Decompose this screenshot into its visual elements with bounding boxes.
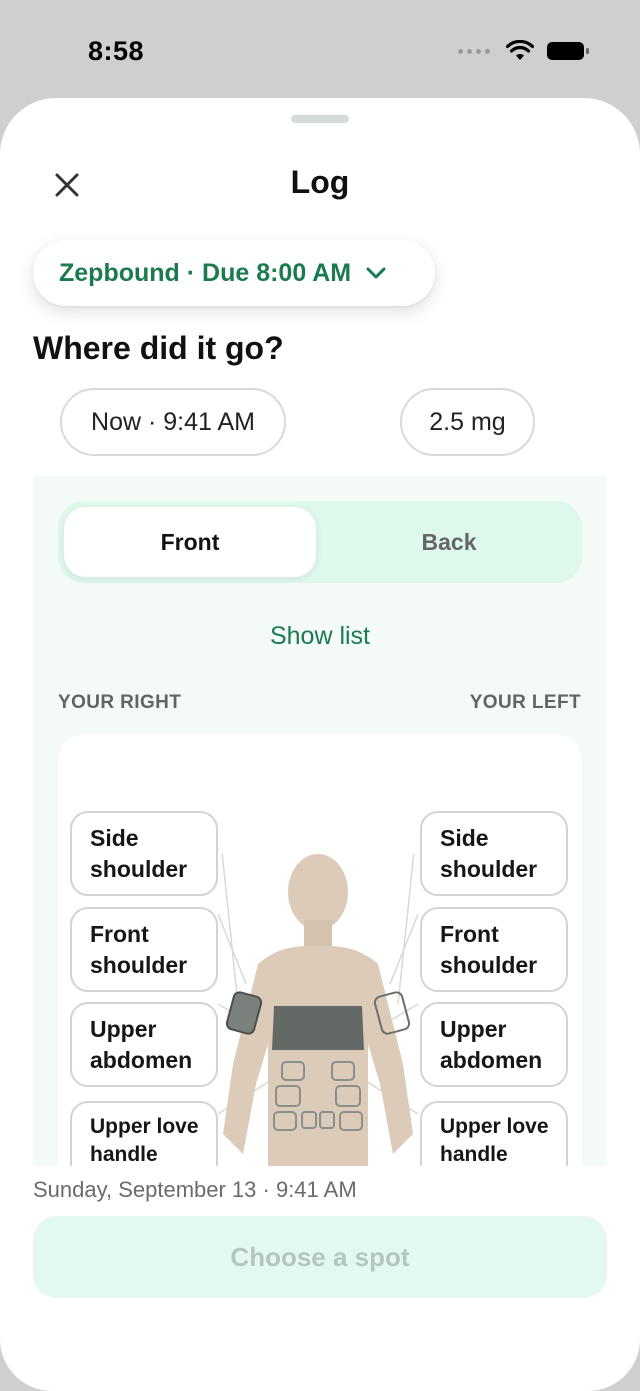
spot-right-front-shoulder[interactable]: Front shoulder [70,907,218,992]
log-sheet: Log Zepbound · Due 8:00 AM Where did it … [0,98,640,1391]
battery-icon [547,42,589,60]
page-title: Log [290,164,350,200]
cellular-dots-icon [458,48,490,54]
your-right-label: YOUR RIGHT [58,692,182,713]
medication-selector[interactable]: Zepbound · Due 8:00 AM [33,240,435,306]
spot-left-upper-abdomen[interactable]: Upper abdomen [420,1002,568,1087]
chevron-down-icon [366,267,386,279]
spot-left-side-shoulder[interactable]: Side shoulder [420,811,568,896]
front-back-toggle: Front Back [58,501,582,583]
question-heading: Where did it go? [33,330,284,366]
body-map: Side shoulder Front shoulder Upper abdom… [58,734,582,1166]
spot-left-upper-love-handle[interactable]: Upper love handle [420,1101,568,1166]
spot-right-upper-love-handle[interactable]: Upper love handle [70,1101,218,1166]
tab-back[interactable]: Back [322,507,576,577]
tab-front[interactable]: Front [64,507,316,577]
status-bar: 8:58 [0,0,640,100]
medication-label: Zepbound · Due 8:00 AM [59,258,352,287]
body-figure [218,854,418,1166]
time-chip[interactable]: Now · 9:41 AM [60,388,286,456]
spot-right-upper-abdomen[interactable]: Upper abdomen [70,1002,218,1087]
status-time: 8:58 [88,36,145,66]
spot-right-side-shoulder[interactable]: Side shoulder [70,811,218,896]
show-list-link[interactable]: Show list [33,622,607,651]
your-left-label: YOUR LEFT [469,692,581,713]
status-icons [458,40,590,62]
dose-chip[interactable]: 2.5 mg [400,388,535,456]
spot-left-front-shoulder[interactable]: Front shoulder [420,907,568,992]
choose-spot-button[interactable]: Choose a spot [33,1216,607,1298]
sheet-grabber[interactable] [291,115,349,123]
log-datetime: Sunday, September 13 · 9:41 AM [33,1177,357,1202]
body-map-panel: Front Back Show list YOUR RIGHT YOUR LEF… [33,476,607,1166]
wifi-icon [506,40,534,60]
